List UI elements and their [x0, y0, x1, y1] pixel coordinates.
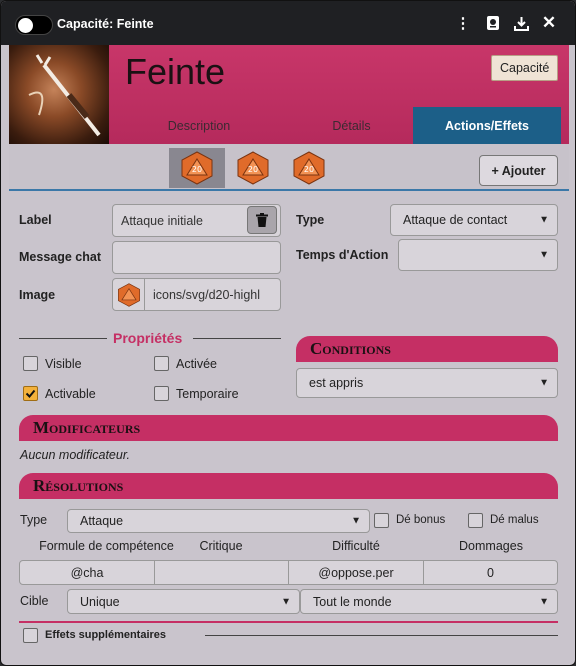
d20-icon: 20	[181, 151, 213, 185]
sheet-toggle-switch[interactable]	[15, 15, 53, 35]
chevron-down-icon: ▼	[351, 515, 361, 527]
image-input[interactable]: icons/svg/d20-highl	[112, 278, 281, 311]
effect-slot-1[interactable]: 20	[169, 148, 225, 188]
critical-input[interactable]	[154, 560, 289, 585]
tab-description[interactable]: Description	[109, 107, 289, 144]
conditions-select[interactable]: est appris ▼	[296, 368, 558, 398]
d20-icon	[113, 279, 145, 310]
chevron-down-icon: ▼	[539, 596, 549, 607]
modifiers-empty-text: Aucun modificateur.	[20, 448, 131, 462]
damage-input[interactable]: 0	[423, 560, 558, 585]
properties-title: Propriétés	[113, 330, 183, 346]
divider	[193, 338, 281, 339]
d20-icon: 20	[293, 151, 325, 185]
svg-text:20: 20	[248, 165, 258, 174]
message-field-label: Message chat	[19, 250, 101, 264]
resolution-type-label: Type	[20, 513, 48, 527]
conditions-value: est appris	[309, 376, 364, 390]
tab-actions-effects[interactable]: Actions/Effets	[413, 107, 561, 144]
col-header-damage: Dommages	[459, 539, 523, 553]
divider	[205, 635, 558, 636]
chevron-down-icon: ▼	[539, 377, 549, 389]
download-icon[interactable]	[511, 13, 531, 33]
bonus-die-label: Dé bonus	[396, 514, 446, 526]
item-sheet-window: Capacité: Feinte ⋮ ✕ Feinte Capacité Des…	[0, 0, 576, 666]
type-select-value: Attaque de contact	[403, 213, 508, 227]
svg-text:20: 20	[192, 165, 202, 174]
more-vertical-icon[interactable]: ⋮	[453, 13, 473, 33]
col-header-difficulty: Difficulté	[332, 539, 380, 553]
conditions-header: Conditions	[296, 336, 558, 362]
formula-input[interactable]: @cha	[19, 560, 155, 585]
type-select[interactable]: Attaque de contact ▼	[390, 204, 558, 236]
resolution-type-value: Attaque	[80, 514, 124, 528]
target-scope-select[interactable]: Tout le monde ▼	[300, 589, 558, 614]
extra-effects-label: Effets supplémentaires	[45, 629, 167, 641]
action-time-label: Temps d'Action	[296, 248, 389, 262]
image-field-label: Image	[19, 288, 56, 302]
chevron-down-icon: ▼	[539, 249, 549, 261]
close-icon[interactable]: ✕	[539, 13, 559, 33]
difficulty-input[interactable]: @oppose.per	[288, 560, 424, 585]
window-title: Capacité: Feinte	[57, 17, 154, 31]
target-value: Unique	[80, 594, 120, 609]
sheet-header: Feinte Capacité Description Détails Acti…	[9, 45, 569, 144]
col-header-critical: Critique	[199, 539, 243, 553]
malus-die-checkbox[interactable]	[468, 513, 483, 528]
add-effect-button[interactable]: + Ajouter	[479, 155, 558, 186]
target-label: Cible	[20, 594, 49, 608]
item-name[interactable]: Feinte	[125, 51, 225, 93]
visible-label: Visible	[45, 357, 82, 371]
extra-effects-checkbox[interactable]	[23, 628, 38, 643]
titlebar: Capacité: Feinte ⋮ ✕	[1, 1, 575, 45]
bonus-die-checkbox[interactable]	[374, 513, 389, 528]
id-card-icon[interactable]	[483, 13, 503, 33]
svg-text:20: 20	[304, 165, 314, 174]
action-time-select[interactable]: ▼	[398, 239, 558, 271]
checkmark-icon	[25, 389, 36, 398]
resolution-type-select[interactable]: Attaque ▼	[67, 509, 370, 533]
divider	[19, 338, 107, 339]
target-scope-value: Tout le monde	[313, 594, 392, 609]
temporary-checkbox[interactable]	[154, 386, 169, 401]
activated-checkbox[interactable]	[154, 356, 169, 371]
label-input-value: Attaque initiale	[121, 213, 204, 228]
activated-label: Activée	[176, 357, 217, 371]
item-portrait-image[interactable]	[9, 45, 109, 144]
effect-slot-2[interactable]: 20	[225, 148, 281, 188]
message-input[interactable]	[112, 241, 281, 274]
trash-icon	[256, 213, 268, 227]
temporary-label: Temporaire	[176, 387, 239, 401]
tab-bar: Description Détails Actions/Effets	[109, 107, 569, 144]
activatable-label: Activable	[45, 387, 96, 401]
label-field-label: Label	[19, 213, 52, 227]
type-field-label: Type	[296, 213, 325, 227]
item-type-badge: Capacité	[491, 55, 559, 81]
resolutions-header: Résolutions	[19, 473, 558, 499]
col-header-formula: Formule de compétence	[39, 539, 174, 553]
d20-icon: 20	[237, 151, 269, 185]
malus-die-label: Dé malus	[490, 514, 539, 526]
visible-checkbox[interactable]	[23, 356, 38, 371]
target-select[interactable]: Unique ▼	[67, 589, 300, 614]
modifiers-header: Modificateurs	[19, 415, 558, 441]
image-path-value: icons/svg/d20-highl	[153, 287, 261, 302]
delete-button[interactable]	[247, 206, 277, 234]
chevron-down-icon: ▼	[539, 214, 549, 226]
effect-slot-3[interactable]: 20	[281, 148, 337, 188]
chevron-down-icon: ▼	[281, 596, 291, 607]
divider	[19, 621, 558, 623]
activatable-checkbox[interactable]	[23, 386, 38, 401]
tab-details[interactable]: Détails	[289, 107, 414, 144]
